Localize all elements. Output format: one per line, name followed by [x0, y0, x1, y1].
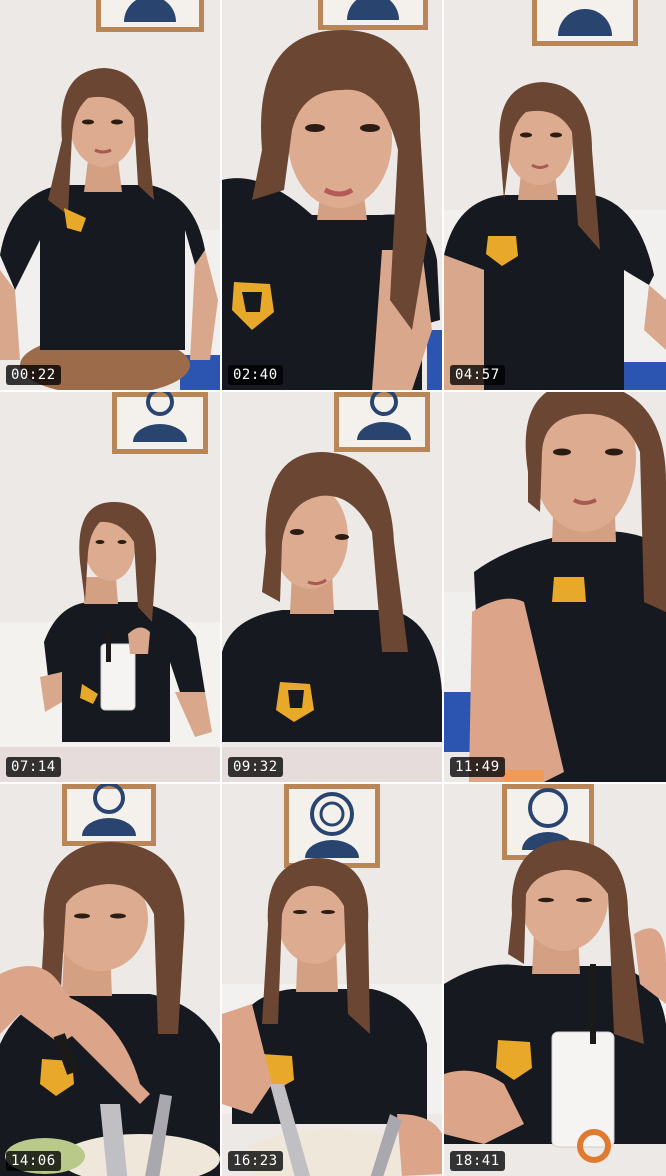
frame-3-image [444, 0, 666, 390]
video-frame-9[interactable]: 18:41 [444, 784, 666, 1176]
frame-4-image [0, 392, 220, 782]
video-frame-8[interactable]: 16:23 [222, 784, 442, 1176]
video-frame-4[interactable]: 07:14 [0, 392, 220, 782]
timestamp-badge: 18:41 [450, 1151, 505, 1171]
video-frame-1[interactable]: 00:22 [0, 0, 220, 390]
frame-1-image [0, 0, 220, 390]
timestamp-badge: 04:57 [450, 365, 505, 385]
timestamp-badge: 16:23 [228, 1151, 283, 1171]
frame-6-image [444, 392, 666, 782]
timestamp-badge: 09:32 [228, 757, 283, 777]
video-frame-5[interactable]: 09:32 [222, 392, 442, 782]
frame-5-image [222, 392, 442, 782]
timestamp-badge: 02:40 [228, 365, 283, 385]
video-frame-2[interactable]: 02:40 [222, 0, 442, 390]
video-frame-3[interactable]: 04:57 [444, 0, 666, 390]
timestamp-badge: 11:49 [450, 757, 505, 777]
video-frame-6[interactable]: 11:49 [444, 392, 666, 782]
video-frame-grid: 00:22 02:40 04:57 07:14 09:32 11:49 14:0… [0, 0, 666, 1176]
frame-9-image [444, 784, 666, 1176]
frame-8-image [222, 784, 442, 1176]
timestamp-badge: 00:22 [6, 365, 61, 385]
frame-7-image [0, 784, 220, 1176]
timestamp-badge: 14:06 [6, 1151, 61, 1171]
video-frame-7[interactable]: 14:06 [0, 784, 220, 1176]
frame-2-image [222, 0, 442, 390]
timestamp-badge: 07:14 [6, 757, 61, 777]
